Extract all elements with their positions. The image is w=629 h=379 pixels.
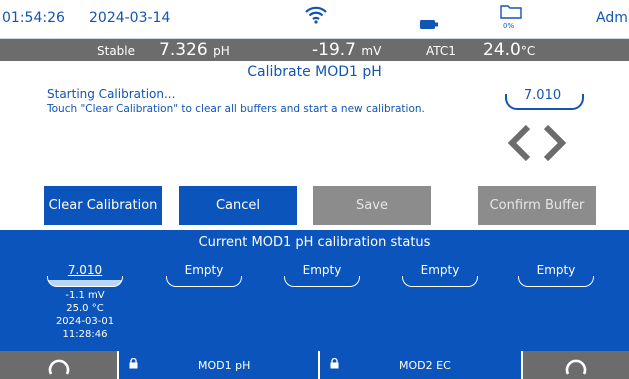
buffer-slot-bracket	[47, 276, 123, 287]
save-button[interactable]: Save	[313, 186, 431, 225]
storage-percent: 0%	[503, 22, 515, 30]
ph-value: 7.326	[159, 40, 208, 60]
buffer-slot-time: 11:28:46	[62, 329, 108, 340]
buffer-slot-temp: 25.0 °C	[66, 303, 104, 314]
buffer-slot-bracket	[402, 276, 478, 287]
buffer-slot-label: Empty	[420, 263, 460, 277]
rotate-right-icon	[565, 359, 587, 375]
stability-indicator: Stable	[97, 44, 136, 58]
status-bar: 01:54:26 2024-03-14 0% Admin	[0, 0, 629, 39]
mv-value: -19.7	[312, 40, 356, 60]
chevron-left-icon[interactable]	[506, 124, 532, 166]
buffer-slot-mv: -1.1 mV	[65, 290, 105, 301]
temperature-source: ATC1	[426, 44, 456, 58]
cancel-button[interactable]: Cancel	[179, 186, 297, 225]
lock-icon	[129, 357, 138, 372]
battery-icon	[420, 14, 438, 33]
buffer-slot-label: 7.010	[67, 263, 103, 277]
mv-unit: mV	[361, 44, 382, 58]
lock-icon	[330, 357, 339, 372]
temperature-unit: °C	[520, 44, 536, 58]
temperature-value: 24.0	[483, 40, 521, 60]
module2-tab[interactable]: MOD2 EC	[320, 351, 521, 379]
buffer-slot-label: Empty	[184, 263, 224, 277]
calibration-instruction: Touch "Clear Calibration" to clear all b…	[47, 103, 425, 115]
clock-time: 01:54:26	[2, 10, 65, 26]
module1-tab[interactable]: MOD1 pH	[119, 351, 318, 379]
readings-bar: Stable 7.326 pH -19.7 mV ATC1 24.0°C	[0, 39, 629, 61]
rotate-right-button[interactable]	[523, 351, 629, 379]
ph-reading: 7.326 pH	[159, 40, 230, 60]
buffer-slot-1[interactable]: 7.010 -1.1 mV 25.0 °C 2024-03-01 11:28:4…	[45, 263, 125, 341]
wifi-icon	[305, 6, 327, 28]
buffer-slot-3[interactable]: Empty	[282, 263, 362, 287]
buffer-slot-label: Empty	[536, 263, 576, 277]
buffer-slot-bracket	[518, 276, 594, 287]
temperature-reading: 24.0°C	[483, 40, 535, 60]
folder-icon[interactable]	[500, 3, 522, 23]
buffer-slot-label: Empty	[302, 263, 342, 277]
calibration-status-title: Current MOD1 pH calibration status	[198, 235, 431, 250]
page-title: Calibrate MOD1 pH	[247, 64, 382, 80]
buffer-slot-2[interactable]: Empty	[164, 263, 244, 287]
buffer-slot-4[interactable]: Empty	[400, 263, 480, 287]
rotate-left-icon	[48, 359, 69, 375]
buffer-slot-date: 2024-03-01	[55, 316, 115, 327]
user-name[interactable]: Admin	[596, 10, 629, 26]
rotate-left-button[interactable]	[0, 351, 117, 379]
confirm-buffer-button[interactable]: Confirm Buffer	[478, 186, 596, 225]
buffer-slot-bracket	[284, 276, 360, 287]
buffer-slot-5[interactable]: Empty	[516, 263, 596, 287]
calibration-message: Starting Calibration...	[47, 87, 176, 101]
clock-date: 2024-03-14	[89, 10, 171, 26]
mv-reading: -19.7 mV	[312, 40, 381, 60]
chevron-right-icon[interactable]	[542, 124, 568, 166]
ph-unit: pH	[213, 44, 230, 58]
module1-label: MOD1 pH	[198, 358, 251, 372]
clear-calibration-button[interactable]: Clear Calibration	[44, 186, 162, 225]
buffer-slot-bracket	[166, 276, 242, 287]
module2-label: MOD2 EC	[399, 358, 451, 372]
current-buffer-bracket	[505, 94, 584, 110]
